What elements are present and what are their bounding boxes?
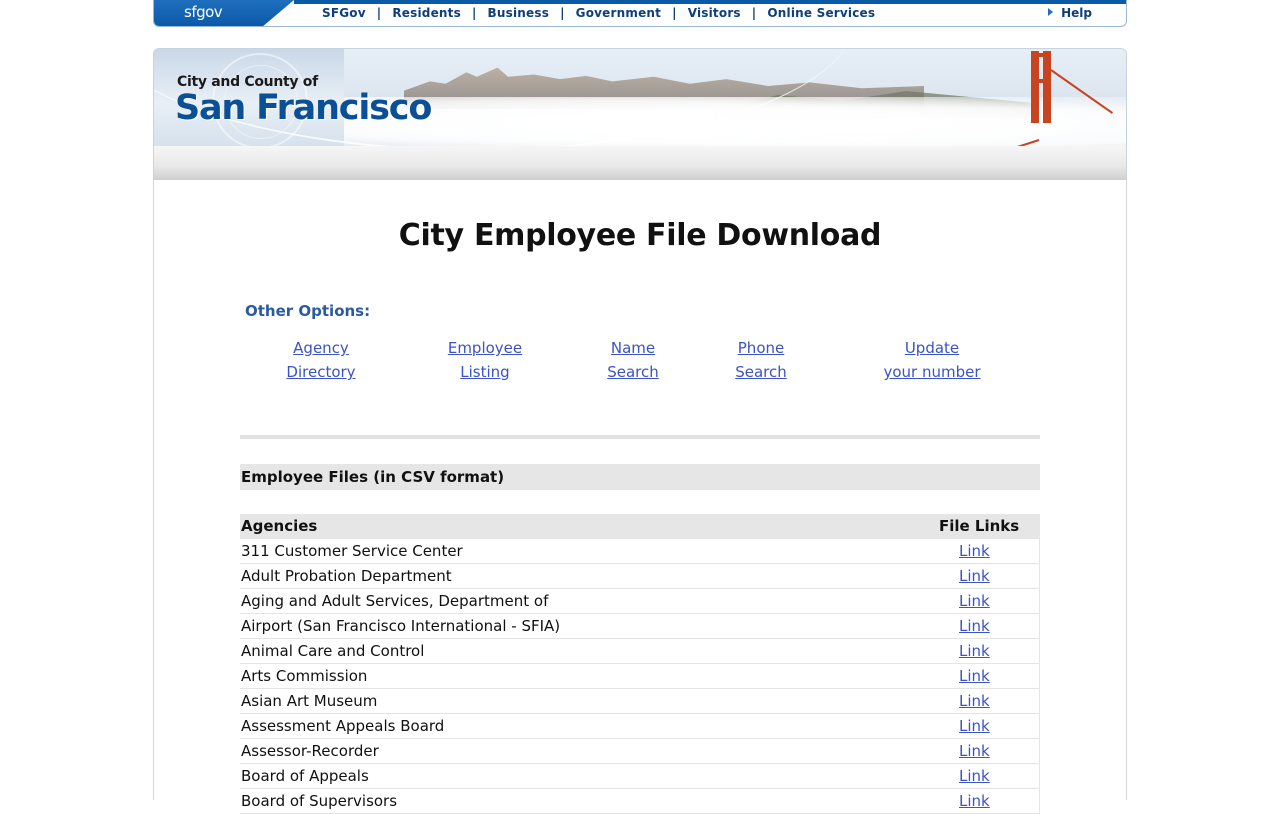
link-line: Phone — [737, 339, 785, 357]
table-row: Airport (San Francisco International - S… — [240, 614, 1040, 639]
help-label: Help — [1061, 6, 1092, 20]
agency-name: Airport (San Francisco International - S… — [241, 617, 561, 635]
link-line: Update — [904, 339, 960, 357]
link-line: your number — [883, 363, 981, 381]
agency-name: Assessment Appeals Board — [241, 717, 445, 735]
top-navigation: sfgov SFGov | Residents | Business | Governmen… — [153, 0, 1127, 27]
table-header: Agencies File Links — [240, 514, 1040, 539]
table-row: Board of Appeals Link — [240, 764, 1040, 789]
file-link[interactable]: Link — [959, 739, 990, 763]
table-row: 311 Customer Service Center Link — [240, 539, 1040, 564]
link-line: Agency — [293, 339, 349, 357]
file-link[interactable]: Link — [959, 764, 990, 788]
file-link[interactable]: Link — [959, 664, 990, 688]
agency-name: Board of Supervisors — [241, 792, 398, 810]
agency-name: Aging and Adult Services, Department of — [241, 592, 549, 610]
section-divider — [240, 435, 1040, 439]
file-link[interactable]: Link — [959, 539, 990, 563]
link-line: Search — [735, 363, 787, 381]
file-link[interactable]: Link — [959, 789, 990, 813]
nav-separator: | — [376, 6, 382, 20]
agency-name: Assessor-Recorder — [241, 742, 379, 760]
nav-item-sfgov[interactable]: SFGov — [322, 6, 366, 20]
nav-accent-line — [294, 0, 1126, 4]
file-link[interactable]: Link — [959, 564, 990, 588]
nav-separator: | — [560, 6, 565, 20]
link-line: Search — [607, 363, 659, 381]
bridge-tower-bar — [1031, 53, 1051, 57]
nav-separator: | — [471, 6, 477, 20]
link-line: Listing — [460, 363, 510, 381]
file-link[interactable]: Link — [959, 589, 990, 613]
file-link[interactable]: Link — [959, 639, 990, 663]
table-row: Asian Art Museum Link — [240, 689, 1040, 714]
nav-item-government[interactable]: Government — [576, 6, 661, 20]
table-row: Animal Care and Control Link — [240, 639, 1040, 664]
table-row: Arts Commission Link — [240, 664, 1040, 689]
agency-name: Board of Appeals — [241, 767, 369, 785]
logo-swoosh-icon — [236, 0, 294, 26]
table-row: Assessor-Recorder Link — [240, 739, 1040, 764]
column-header-file-links: File Links — [939, 517, 1020, 535]
table-row: Board of Supervisors Link — [240, 789, 1040, 814]
nav-item-online-services[interactable]: Online Services — [767, 6, 875, 20]
header-gray-bar — [153, 146, 1127, 180]
section-title: Employee Files (in CSV format) — [240, 464, 1040, 490]
site-banner: City and County of San Francisco — [153, 48, 1127, 147]
agency-directory-link[interactable]: Agency Directory — [276, 336, 366, 384]
table-row: Assessment Appeals Board Link — [240, 714, 1040, 739]
nav-item-residents[interactable]: Residents — [392, 6, 461, 20]
table-row: Aging and Adult Services, Department of L… — [240, 589, 1040, 614]
bridge-tower — [1031, 51, 1039, 123]
nav-separator: | — [751, 6, 757, 20]
agency-name: Arts Commission — [241, 667, 368, 685]
update-your-number-link[interactable]: Update your number — [872, 336, 992, 384]
nav-menu: SFGov | Residents | Business | Government | Visi… — [322, 6, 875, 20]
agency-table-body: 311 Customer Service Center Link Adult Pr… — [240, 539, 1040, 814]
banner-title[interactable]: San Francisco — [175, 88, 432, 128]
sfgov-logo[interactable]: sfgov — [154, 0, 294, 26]
help-link[interactable]: Help — [1048, 6, 1092, 20]
agency-name: Animal Care and Control — [241, 642, 425, 660]
main-content: City Employee File Download Other Option… — [153, 180, 1127, 814]
bridge-tower — [1043, 51, 1051, 123]
agency-name: Adult Probation Department — [241, 567, 452, 585]
file-link[interactable]: Link — [959, 714, 990, 738]
play-arrow-icon — [1048, 8, 1054, 16]
link-line: Name — [610, 339, 656, 357]
agency-name: Asian Art Museum — [241, 692, 378, 710]
phone-search-link[interactable]: Phone Search — [721, 336, 801, 384]
bridge-tower-bar — [1031, 79, 1051, 83]
employee-listing-link[interactable]: Employee Listing — [440, 336, 530, 384]
column-header-agencies: Agencies — [241, 517, 318, 535]
nav-separator: | — [672, 6, 677, 20]
link-line: Employee — [447, 339, 523, 357]
nav-item-visitors[interactable]: Visitors — [688, 6, 741, 20]
table-row: Adult Probation Department Link — [240, 564, 1040, 589]
nav-item-business[interactable]: Business — [488, 6, 550, 20]
name-search-link[interactable]: Name Search — [593, 336, 673, 384]
other-options-label: Other Options: — [245, 302, 371, 320]
file-link[interactable]: Link — [959, 689, 990, 713]
agency-name: 311 Customer Service Center — [241, 542, 463, 560]
logo-text: sfgov — [184, 3, 223, 21]
page-title: City Employee File Download — [398, 218, 882, 253]
file-link[interactable]: Link — [959, 614, 990, 638]
link-line: Directory — [286, 363, 356, 381]
